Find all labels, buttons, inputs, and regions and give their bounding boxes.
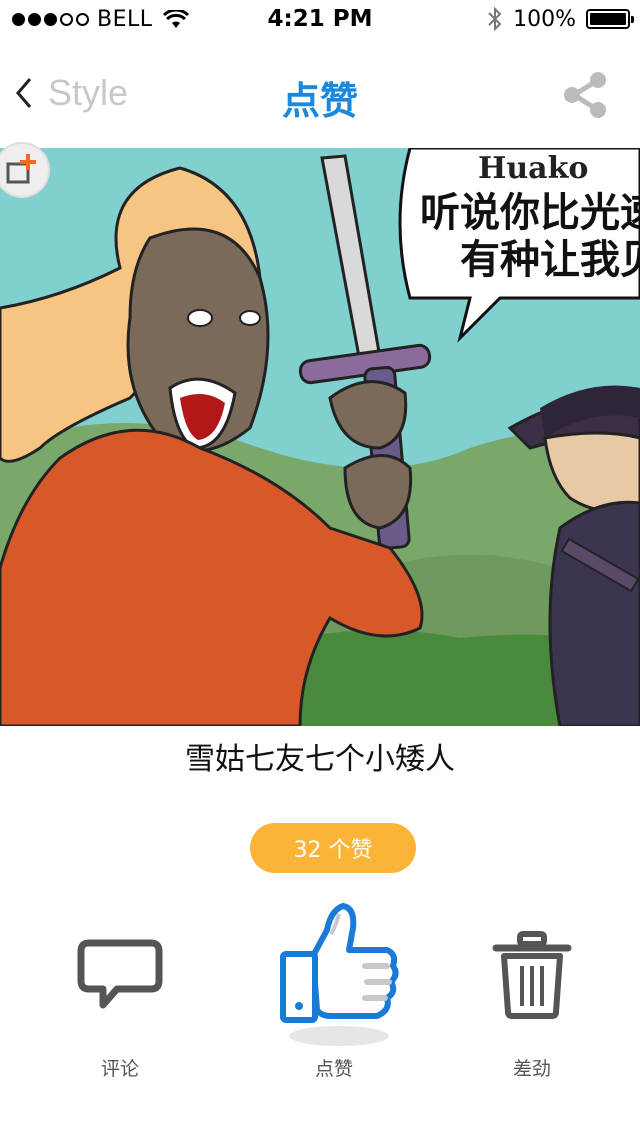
page-title: 点赞 — [281, 79, 358, 123]
bluetooth-icon — [488, 6, 502, 32]
share-icon[interactable] — [560, 70, 610, 120]
like-count-badge: 32 个赞 — [250, 823, 416, 873]
status-right: 100% — [487, 6, 634, 32]
status-bar: BELL 4:21 PM 100% — [0, 0, 640, 40]
like-button[interactable]: 点赞 — [254, 900, 414, 1081]
dislike-label: 差劲 — [512, 1058, 551, 1080]
like-label: 点赞 — [314, 1058, 353, 1080]
comment-button[interactable]: 评论 — [40, 900, 200, 1081]
comic-caption: 雪姑七友七个小矮人 — [185, 742, 455, 777]
nav-bar: Style 点赞 — [0, 40, 640, 148]
battery-percent: 100% — [513, 6, 576, 32]
comic-speech-line-2: 有种让我见 — [460, 237, 640, 283]
comment-label: 评论 — [100, 1058, 139, 1080]
battery-icon — [586, 9, 634, 29]
add-icon — [6, 154, 36, 184]
like-icon-wrap — [254, 900, 414, 1050]
add-to-collection-button[interactable] — [0, 142, 50, 198]
dislike-button[interactable]: 差劲 — [452, 900, 612, 1081]
comic-illustration: Huako 听说你比光速 有种让我见 — [0, 148, 640, 726]
comment-icon-wrap — [40, 900, 200, 1050]
trash-icon — [492, 931, 572, 1019]
comic-image[interactable]: Huako 听说你比光速 有种让我见 — [0, 148, 640, 726]
comic-watermark: Huako — [478, 151, 588, 186]
dislike-icon-wrap — [452, 900, 612, 1050]
thumbs-up-icon — [280, 903, 399, 1046]
comic-speech-line-1: 听说你比光速 — [420, 190, 640, 236]
comment-icon — [77, 939, 163, 1009]
